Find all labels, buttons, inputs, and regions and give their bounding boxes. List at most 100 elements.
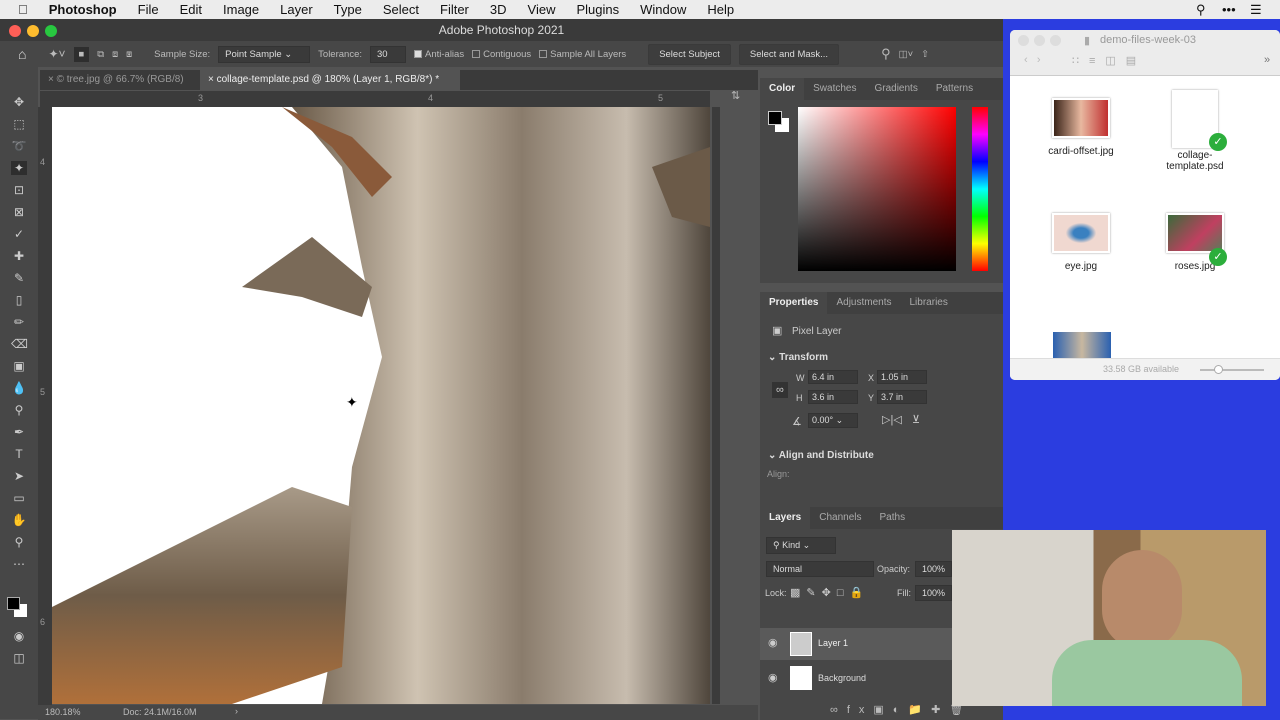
menu-select[interactable]: Select xyxy=(383,2,419,17)
tab-gradients[interactable]: Gradients xyxy=(865,78,926,100)
color-field[interactable] xyxy=(798,107,956,271)
brush-tool-icon[interactable]: ✎ xyxy=(11,271,27,285)
tolerance-input[interactable]: 30 xyxy=(370,45,406,63)
close-window-button[interactable] xyxy=(9,25,21,37)
workspace-icon[interactable]: ◫˅ xyxy=(899,49,914,60)
menu-help[interactable]: Help xyxy=(707,2,734,17)
more-icon[interactable]: ••• xyxy=(1222,2,1236,17)
vertical-scrollbar[interactable] xyxy=(712,107,720,704)
x-input[interactable]: 1.05 in xyxy=(877,370,927,384)
close-button[interactable] xyxy=(1018,35,1029,46)
select-subject-button[interactable]: Select Subject xyxy=(648,43,731,65)
tab-layers[interactable]: Layers xyxy=(760,507,811,529)
rectangle-tool-icon[interactable]: ▭ xyxy=(11,491,27,505)
back-icon[interactable]: ‹ › xyxy=(1024,54,1041,66)
move-tool-icon[interactable]: ✥ xyxy=(11,95,27,109)
sample-all-layers-checkbox[interactable]: Sample All Layers xyxy=(539,49,626,60)
blur-tool-icon[interactable]: 💧 xyxy=(11,381,27,395)
type-tool-icon[interactable]: T xyxy=(11,447,27,461)
sample-size-select[interactable]: Point Sample ⌄ xyxy=(218,45,311,63)
foreground-color-swatch[interactable] xyxy=(7,597,20,610)
icon-size-slider[interactable] xyxy=(1200,369,1264,371)
new-selection-icon[interactable]: ■ xyxy=(73,46,90,62)
layer-name[interactable]: Background xyxy=(818,673,866,683)
fill-input[interactable]: 100% xyxy=(915,585,953,601)
y-input[interactable]: 3.7 in xyxy=(877,390,927,404)
blend-mode-select[interactable]: Normal xyxy=(766,561,874,577)
zoom-level[interactable]: 180.18% xyxy=(45,707,81,717)
subtract-selection-icon[interactable]: ⧈ xyxy=(112,49,118,60)
tab-tree[interactable]: × © tree.jpg @ 66.7% (RGB/8) xyxy=(40,70,200,90)
slider-thumb[interactable] xyxy=(1214,365,1223,374)
eraser-tool-icon[interactable]: ⌫ xyxy=(11,337,28,351)
menu-layer[interactable]: Layer xyxy=(280,2,313,17)
menu-file[interactable]: File xyxy=(138,2,159,17)
link-icon[interactable]: ∞ xyxy=(772,382,788,398)
view-mode-icons[interactable]: ∷≡◫▤ xyxy=(1072,54,1146,67)
file-item[interactable]: ✓ roses.jpg xyxy=(1140,213,1250,272)
hand-tool-icon[interactable]: ✋ xyxy=(11,513,27,527)
hue-slider[interactable] xyxy=(972,107,988,271)
healing-tool-icon[interactable]: ✚ xyxy=(11,249,27,263)
file-thumbnail[interactable] xyxy=(1053,332,1111,360)
tab-paths[interactable]: Paths xyxy=(871,507,915,529)
file-item[interactable]: cardi-offset.jpg xyxy=(1026,98,1136,157)
marquee-tool-icon[interactable]: ⬚ xyxy=(11,117,27,131)
tab-channels[interactable]: Channels xyxy=(810,507,870,529)
more-tools-icon[interactable]: ⋯ xyxy=(11,557,27,571)
control-center-icon[interactable]: ☰ xyxy=(1250,2,1262,18)
visibility-eye-icon[interactable]: ◉ xyxy=(768,636,778,649)
spotlight-icon[interactable]: ⚲ xyxy=(1196,2,1206,18)
layer-name[interactable]: Layer 1 xyxy=(818,638,848,648)
gradient-tool-icon[interactable]: ▣ xyxy=(11,359,27,373)
tab-swatches[interactable]: Swatches xyxy=(804,78,865,100)
quick-mask-icon[interactable]: ◉ xyxy=(11,629,27,643)
intersect-selection-icon[interactable]: ⧆ xyxy=(126,49,132,60)
menu-filter[interactable]: Filter xyxy=(440,2,469,17)
document-canvas[interactable]: ✦ xyxy=(52,107,710,704)
lasso-tool-icon[interactable]: ➰ xyxy=(11,139,27,153)
path-select-tool-icon[interactable]: ➤ xyxy=(11,469,27,483)
file-item[interactable]: ✓ collage-template.psd xyxy=(1140,90,1250,172)
history-brush-icon[interactable]: ✏ xyxy=(11,315,27,329)
foreground-color[interactable] xyxy=(768,111,782,125)
menu-app[interactable]: Photoshop xyxy=(49,2,117,17)
tab-color[interactable]: Color xyxy=(760,78,805,100)
transform-header[interactable]: ⌄ Transform xyxy=(768,352,828,363)
menu-image[interactable]: Image xyxy=(223,2,259,17)
share-icon[interactable]: ⇧ xyxy=(921,49,929,60)
menu-view[interactable]: View xyxy=(528,2,556,17)
add-selection-icon[interactable]: ⧉ xyxy=(97,49,104,60)
layer-actions[interactable]: ∞fx▣◐📁✚🗑 xyxy=(830,703,972,716)
search-icon[interactable]: ⚲ xyxy=(881,46,891,62)
file-item[interactable]: eye.jpg xyxy=(1026,213,1136,272)
width-input[interactable]: 6.4 in xyxy=(808,370,858,384)
lock-icons[interactable]: ▩✎✥□🔒 xyxy=(790,586,869,599)
tab-properties[interactable]: Properties xyxy=(760,292,828,314)
menu-edit[interactable]: Edit xyxy=(180,2,202,17)
flip-vertical-icon[interactable]: ⊻ xyxy=(912,413,920,426)
tab-adjustments[interactable]: Adjustments xyxy=(827,292,900,314)
visibility-eye-icon[interactable]: ◉ xyxy=(768,671,778,684)
minimize-button[interactable] xyxy=(1034,35,1045,46)
tab-libraries[interactable]: Libraries xyxy=(901,292,957,314)
history-panel-icon[interactable]: ⇅ xyxy=(731,89,751,102)
menu-3d[interactable]: 3D xyxy=(490,2,507,17)
stamp-tool-icon[interactable]: ▯ xyxy=(11,293,27,307)
opacity-input[interactable]: 100% xyxy=(915,561,953,577)
frame-tool-icon[interactable]: ⊠ xyxy=(11,205,27,219)
menu-plugins[interactable]: Plugins xyxy=(576,2,619,17)
screen-mode-icon[interactable]: ◫ xyxy=(11,651,27,665)
kind-filter[interactable]: ⚲ Kind ⌄ xyxy=(766,537,836,554)
tab-patterns[interactable]: Patterns xyxy=(927,78,982,100)
anti-alias-checkbox[interactable]: Anti-alias xyxy=(414,49,464,60)
pen-tool-icon[interactable]: ✒ xyxy=(11,425,27,439)
angle-input[interactable]: 0.00° ⌄ xyxy=(808,413,858,428)
eyedropper-tool-icon[interactable]: ✓ xyxy=(11,227,27,241)
align-header[interactable]: ⌄ Align and Distribute xyxy=(768,450,874,461)
zoom-button[interactable] xyxy=(1050,35,1061,46)
contiguous-checkbox[interactable]: Contiguous xyxy=(472,49,531,60)
zoom-window-button[interactable] xyxy=(45,25,57,37)
more-chevron-icon[interactable]: » xyxy=(1264,54,1270,66)
magic-wand-tool-icon[interactable]: ✦ xyxy=(11,161,27,175)
